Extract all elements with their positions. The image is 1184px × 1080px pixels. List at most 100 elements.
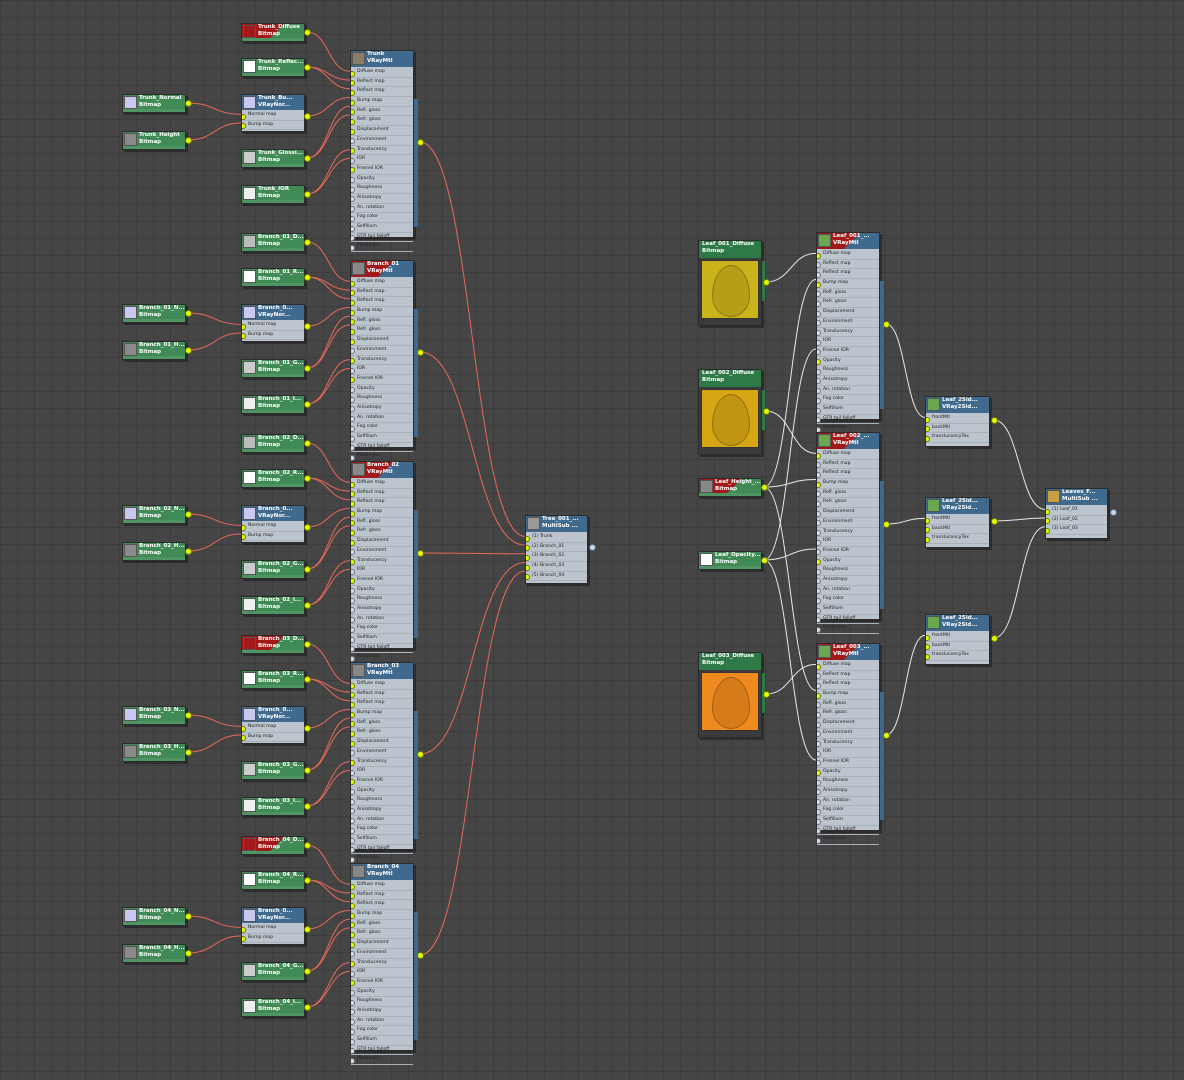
input-socket[interactable] (526, 564, 530, 571)
input-socket[interactable] (817, 271, 821, 278)
node-header[interactable]: Leaf_Height_... Bitmap (699, 479, 761, 494)
input-slot[interactable]: Bump map (351, 508, 413, 518)
input-socket[interactable] (351, 578, 355, 585)
output-socket[interactable] (304, 64, 311, 71)
input-socket[interactable] (817, 818, 821, 825)
output-socket[interactable] (185, 347, 192, 354)
output-socket[interactable] (761, 557, 768, 564)
input-socket[interactable] (817, 779, 821, 786)
bitmap-node[interactable]: Trunk_Height Bitmap (122, 131, 186, 150)
node-header[interactable]: Leaf_2Sid... VRay2Sid... (926, 615, 989, 631)
bitmap-node[interactable]: Trunk_Glossi... Bitmap (241, 149, 305, 168)
input-socket[interactable] (351, 299, 355, 306)
bitmap-node[interactable]: Branch_01_N... Bitmap (122, 304, 186, 323)
output-socket[interactable] (991, 518, 998, 525)
input-socket[interactable] (1046, 527, 1050, 534)
node-header[interactable]: Trunk_Reflec... Bitmap (242, 59, 304, 74)
input-slot[interactable]: Translucency (351, 758, 413, 768)
input-socket[interactable] (1046, 518, 1050, 525)
input-slot[interactable]: Environment (817, 318, 879, 328)
input-socket[interactable] (351, 760, 355, 766)
node-header[interactable]: Branch_02_G... Bitmap (242, 561, 304, 576)
input-slot[interactable]: Metalness (351, 1055, 413, 1066)
input-socket[interactable] (351, 769, 355, 776)
input-socket[interactable] (351, 500, 355, 507)
input-socket[interactable] (242, 936, 246, 943)
bitmap-node[interactable]: Trunk_Diffuse Bitmap (241, 23, 305, 42)
input-socket[interactable] (351, 1028, 355, 1035)
input-socket[interactable] (351, 607, 355, 614)
input-socket[interactable] (526, 545, 530, 552)
input-slot[interactable]: Refr. gloss (351, 116, 413, 127)
input-slot[interactable]: Roughness (817, 366, 879, 376)
input-slot[interactable]: Reflect map (817, 680, 879, 691)
node-header[interactable]: Branch_01_G... Bitmap (242, 360, 304, 375)
input-slot[interactable]: Refl. gloss (817, 289, 879, 299)
input-slot[interactable]: Diffuse map (817, 250, 879, 260)
output-socket[interactable] (185, 137, 192, 144)
input-socket[interactable] (817, 750, 821, 757)
vraynormal-node[interactable]: Branch_0... VRayNor... Normal map Bump map (241, 304, 305, 342)
input-slot[interactable]: Fog color (817, 806, 879, 816)
input-socket[interactable] (351, 818, 355, 825)
node-header[interactable]: Branch_04_N... Bitmap (123, 908, 185, 923)
input-slot[interactable]: Bump map (817, 479, 879, 489)
input-slot[interactable]: (2) Branch_01 (526, 543, 587, 553)
node-header[interactable]: Trunk_Diffuse Bitmap (242, 24, 304, 39)
bitmap-node[interactable]: Trunk_IOR Bitmap (241, 185, 305, 204)
vraynormal-node[interactable]: Branch_0... VRayNor... Normal map Bump map (241, 505, 305, 543)
node-header[interactable]: Leaf_002_... VRayMtl (817, 433, 879, 449)
input-socket[interactable] (817, 281, 821, 288)
input-socket[interactable] (817, 578, 821, 585)
input-socket[interactable] (817, 721, 821, 728)
input-slot[interactable]: Environment (351, 346, 413, 356)
input-socket[interactable] (817, 837, 821, 844)
input-socket[interactable] (351, 491, 355, 498)
bitmap-node[interactable]: Branch_03_R... Bitmap (241, 670, 305, 689)
output-socket[interactable] (304, 602, 311, 609)
output-socket[interactable] (185, 712, 192, 719)
input-slot[interactable]: Normal map (242, 522, 304, 532)
input-slot[interactable]: Normal map (242, 723, 304, 733)
input-slot[interactable]: Normal map (242, 924, 304, 934)
node-header[interactable]: Leaf_2Sid... VRay2Sid... (926, 397, 989, 413)
input-socket[interactable] (351, 454, 355, 461)
input-socket[interactable] (351, 128, 355, 135)
input-socket[interactable] (817, 388, 821, 395)
node-header[interactable]: Trunk_Normal Bitmap (123, 95, 185, 110)
input-socket[interactable] (817, 397, 821, 404)
node-header[interactable]: Branch_01_R... Bitmap (242, 269, 304, 284)
input-socket[interactable] (351, 435, 355, 442)
output-socket[interactable] (763, 408, 770, 415)
input-socket[interactable] (817, 417, 821, 424)
input-socket[interactable] (351, 215, 355, 222)
vraymtl-node[interactable]: Leaf_001_... VRayMtl Diffuse map Reflect ma… (816, 232, 884, 435)
output-socket[interactable] (185, 913, 192, 920)
input-slot[interactable]: Translucency (351, 557, 413, 567)
input-socket[interactable] (351, 177, 355, 184)
bitmap-node[interactable]: Branch_03_H... Bitmap (122, 743, 186, 762)
input-slot[interactable]: Bump map (242, 934, 304, 944)
input-socket[interactable] (526, 554, 530, 561)
bitmap-node[interactable]: Branch_04_R... Bitmap (241, 871, 305, 890)
input-slot[interactable]: IOR (351, 968, 413, 978)
vraymtl-node[interactable]: Branch_03 VRayMtl Diffuse map Reflect map Re… (350, 662, 418, 865)
input-slot[interactable]: Reflect map (351, 489, 413, 499)
output-socket[interactable] (304, 767, 311, 774)
output-socket[interactable] (763, 279, 770, 286)
input-slot[interactable]: Anisotropy (351, 806, 413, 816)
input-socket[interactable] (351, 520, 355, 527)
output-socket[interactable] (304, 803, 311, 810)
output-socket[interactable] (304, 877, 311, 884)
input-slot[interactable]: Displacement (817, 719, 879, 729)
input-slot[interactable]: Selfillum (817, 605, 879, 615)
bitmap-node[interactable]: Branch_02_H... Bitmap (122, 542, 186, 561)
input-slot[interactable]: Refl. gloss (817, 489, 879, 499)
input-socket[interactable] (351, 922, 355, 929)
input-socket[interactable] (351, 837, 355, 844)
input-slot[interactable]: (1) Trunk (526, 533, 587, 543)
input-socket[interactable] (817, 500, 821, 507)
input-slot[interactable]: Roughness (351, 394, 413, 404)
node-header[interactable]: Leaf_001_Diffuse Bitmap (699, 241, 761, 258)
vraynormal-node[interactable]: Trunk_Bu... VRayNor... Normal map Bump map (241, 94, 305, 132)
